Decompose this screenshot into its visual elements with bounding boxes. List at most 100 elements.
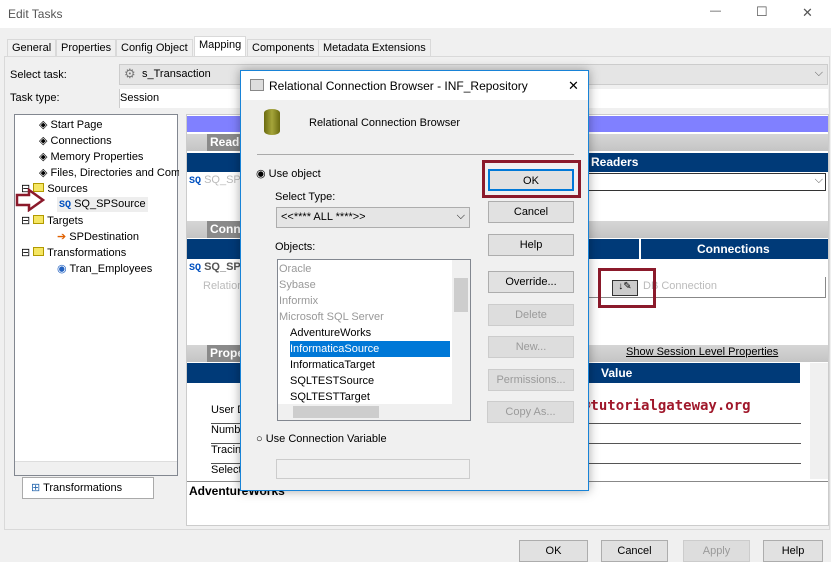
tree-item-connections[interactable]: ◈ Connections [39, 134, 112, 147]
cancel-button[interactable]: Cancel [488, 201, 574, 223]
select-type-label: Select Type: [275, 191, 336, 203]
permissions-button[interactable]: Permissions... [488, 369, 574, 391]
scroll-thumb[interactable] [454, 278, 468, 312]
database-icon [264, 109, 280, 135]
connection-browser-dialog: Relational Connection Browser - INF_Repo… [240, 70, 589, 491]
horizontal-scrollbar[interactable] [15, 461, 177, 475]
dialog-title: Relational Connection Browser - INF_Repo… [269, 79, 528, 93]
select-task-label: Select task: [10, 69, 67, 81]
tree-item-tran-employees[interactable]: ◉ Tran_Employees [57, 262, 152, 275]
list-item-informix[interactable]: Informix [279, 293, 318, 309]
tree-item-memory[interactable]: ◈ Memory Properties [39, 150, 143, 163]
tree-label: Connections [50, 135, 112, 147]
value-header-label: Value [601, 366, 633, 380]
tab-general[interactable]: General [7, 39, 57, 57]
footer-cancel-button[interactable]: Cancel [601, 540, 668, 562]
sq-icon: SQ [59, 200, 72, 211]
tree-label: SPDestination [69, 231, 139, 243]
highlight-box-browse [598, 268, 656, 308]
connections-header-label: Connections [697, 242, 770, 256]
radio-label: Use Connection Variable [265, 433, 387, 445]
dialog-heading: Relational Connection Browser [309, 117, 461, 129]
sq-icon: SQ [189, 176, 202, 187]
radio-label: Use object [268, 168, 321, 180]
tab-properties[interactable]: Properties [56, 39, 117, 57]
transformations-icon: ⊞ [31, 482, 41, 494]
delete-button[interactable]: Delete [488, 304, 574, 326]
list-item-sqltestsource[interactable]: SQLTESTSource [290, 373, 374, 389]
tree-item-targets[interactable]: ⊟ Targets [21, 214, 83, 227]
select-task-value: s_Transaction [142, 68, 211, 80]
dialog-divider [257, 154, 574, 155]
footer-apply-button[interactable]: Apply [683, 540, 750, 562]
scroll-thumb[interactable] [293, 406, 379, 418]
tab-label: Transformations [43, 482, 123, 494]
title-bar [0, 0, 831, 28]
tab-metadata-extensions[interactable]: Metadata Extensions [318, 39, 431, 57]
header-divider [639, 239, 641, 259]
chevron-down-icon: ⌵ [456, 210, 465, 222]
select-type-value: <<**** ALL ****>> [281, 211, 366, 223]
folder-icon [33, 215, 45, 224]
window-title: Edit Tasks [8, 7, 63, 21]
footer-ok-button[interactable]: OK [519, 540, 588, 562]
tree-label: Files, Directories and Commands [50, 167, 179, 179]
dialog-close-button[interactable]: ✕ [568, 78, 579, 94]
list-item-adventureworks[interactable]: AdventureWorks [290, 325, 371, 341]
chevron-down-icon: ⌵ [814, 174, 823, 186]
dialog-app-icon [250, 79, 264, 91]
radio-unchecked-icon: ○ [256, 433, 263, 445]
list-item-sybase[interactable]: Sybase [279, 277, 316, 293]
tree-label: Start Page [50, 119, 103, 131]
arrow-annotation-icon [15, 188, 45, 212]
tree-label: Transformations [47, 247, 127, 259]
navigation-tree[interactable]: ◈ Start Page ◈ Connections ◈ Memory Prop… [14, 114, 179, 476]
gear-icon: ⚙ [124, 66, 136, 81]
list-item-sqltesttarget[interactable]: SQLTESTTarget [290, 389, 370, 405]
help-button[interactable]: Help [488, 234, 574, 256]
use-object-radio[interactable]: ◉ Use object [256, 167, 321, 180]
properties-scrollbar[interactable] [810, 363, 828, 479]
folder-icon [33, 247, 45, 256]
select-type-dropdown[interactable]: <<**** ALL ****>> ⌵ [276, 207, 470, 228]
close-button[interactable]: ✕ [802, 5, 813, 21]
tree-item-transformations[interactable]: ⊟ Transformations [21, 246, 126, 259]
tree-item-sq-spsource[interactable]: SQ SQ_SPSource [57, 197, 148, 212]
task-type-label: Task type: [10, 92, 60, 104]
copy-as-button[interactable]: Copy As... [487, 401, 574, 423]
list-item-informaticatarget[interactable]: InformaticaTarget [290, 357, 375, 373]
list-item-informaticasource[interactable]: InformaticaSource [290, 341, 450, 357]
tab-components[interactable]: Components [247, 39, 320, 57]
tree-label: Targets [47, 215, 84, 227]
highlight-box-ok [482, 160, 581, 198]
tree-item-files[interactable]: ◈ Files, Directories and Commands [39, 166, 179, 179]
tree-label: Sources [47, 183, 88, 195]
override-button[interactable]: Override... [488, 271, 574, 293]
tree-item-start-page[interactable]: ◈ Start Page [39, 118, 103, 131]
reader-dropdown[interactable]: ⌵ [588, 173, 826, 191]
footer-help-button[interactable]: Help [763, 540, 823, 562]
maximize-button[interactable]: ☐ [756, 4, 768, 20]
tab-transformations[interactable]: ⊞ Transformations [22, 477, 154, 499]
use-connection-variable-radio[interactable]: ○ Use Connection Variable [256, 433, 387, 445]
chevron-down-icon: ⌵ [814, 67, 823, 79]
list-item-oracle[interactable]: Oracle [279, 261, 311, 277]
connection-variable-input[interactable] [276, 459, 470, 479]
list-item-mssql[interactable]: Microsoft SQL Server [279, 309, 384, 325]
tree-label: Memory Properties [50, 151, 144, 163]
objects-listbox[interactable]: Oracle Sybase Informix Microsoft SQL Ser… [277, 259, 471, 421]
readers-header-label: Readers [591, 155, 639, 169]
show-session-properties-link[interactable]: Show Session Level Properties [626, 346, 778, 358]
sq-icon: SQ [189, 263, 202, 274]
new-button[interactable]: New... [488, 336, 574, 358]
task-type-value: Session [120, 92, 160, 104]
minimize-button[interactable]: — [710, 5, 721, 17]
transformation-icon: ◉ [57, 263, 67, 275]
watermark: ©tutorialgateway.org [582, 398, 751, 414]
vertical-scrollbar[interactable] [452, 260, 470, 404]
tab-config-object[interactable]: Config Object [116, 39, 193, 57]
tree-item-spdestination[interactable]: ➔ SPDestination [57, 230, 139, 243]
horizontal-scrollbar[interactable] [278, 404, 470, 420]
tree-label: Tran_Employees [69, 263, 153, 275]
tab-mapping[interactable]: Mapping [194, 36, 247, 57]
